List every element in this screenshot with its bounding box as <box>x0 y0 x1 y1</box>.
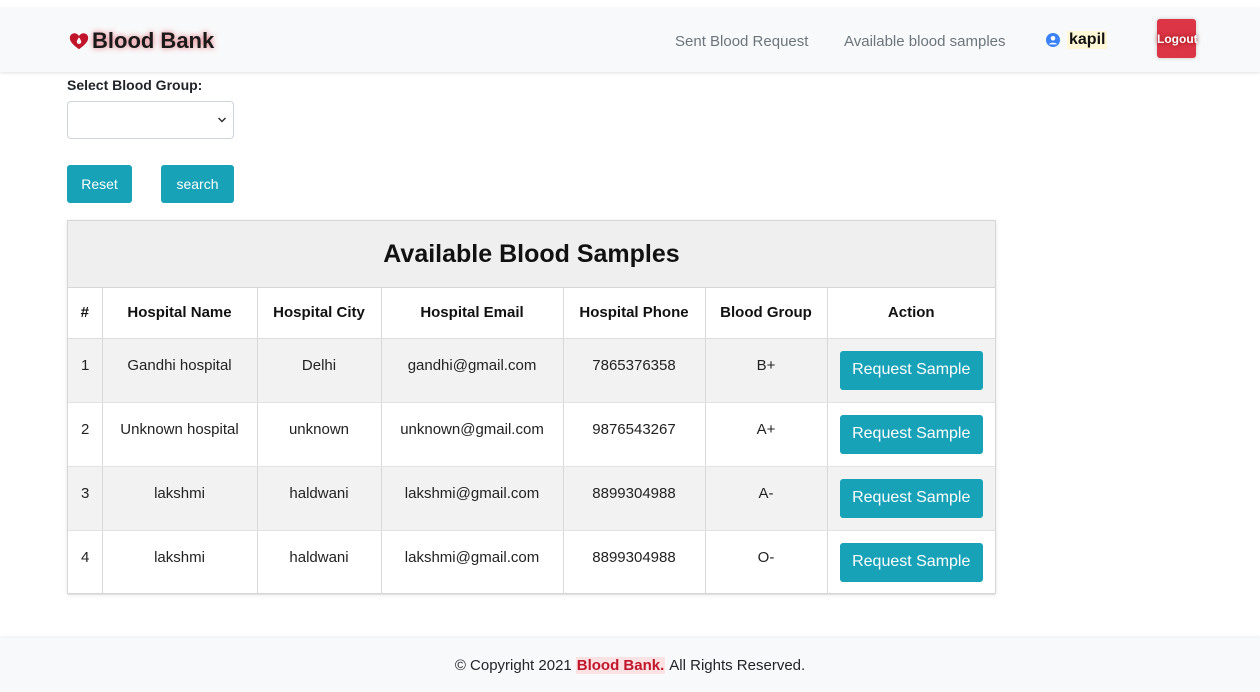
row-action-cell: Request Sample <box>827 338 995 403</box>
table-row: 3 lakshmi haldwani lakshmi@gmail.com 889… <box>68 466 995 531</box>
row-action-cell: Request Sample <box>827 402 995 467</box>
hospital-email: unknown@gmail.com <box>381 402 564 467</box>
blood-group: O- <box>705 530 828 595</box>
hospital-phone: 9876543267 <box>563 402 706 467</box>
row-action-cell: Request Sample <box>827 466 995 531</box>
row-number: 2 <box>68 402 103 467</box>
hospital-name: Gandhi hospital <box>102 338 258 403</box>
nav-available-blood-samples[interactable]: Available blood samples <box>844 33 1006 50</box>
blood-group: B+ <box>705 338 828 403</box>
nav-sent-blood-request[interactable]: Sent Blood Request <box>675 33 808 50</box>
hospital-phone: 7865376358 <box>563 338 706 403</box>
column-header-hospital-city: Hospital City <box>257 288 382 339</box>
column-header-number: # <box>68 288 103 339</box>
request-sample-button[interactable]: Request Sample <box>839 414 983 454</box>
table-row: 4 lakshmi haldwani lakshmi@gmail.com 889… <box>68 530 995 595</box>
row-number: 1 <box>68 338 103 403</box>
column-header-hospital-phone: Hospital Phone <box>563 288 706 339</box>
navbar: Blood Bank Sent Blood Request Available … <box>0 8 1260 72</box>
table-row: 2 Unknown hospital unknown unknown@gmail… <box>68 402 995 467</box>
request-sample-button[interactable]: Request Sample <box>839 542 983 582</box>
logout-button[interactable]: Logout <box>1157 19 1198 58</box>
row-action-cell: Request Sample <box>827 530 995 595</box>
user-name: kapil <box>1067 31 1108 49</box>
reset-button[interactable]: Reset <box>67 165 132 203</box>
column-header-hospital-name: Hospital Name <box>102 288 258 339</box>
table-title: Available Blood Samples <box>68 221 995 288</box>
blood-drop-heart-icon <box>69 33 89 50</box>
hospital-email: gandhi@gmail.com <box>381 338 564 403</box>
samples-table: # Hospital Name Hospital City Hospital E… <box>68 288 995 595</box>
hospital-city: haldwani <box>257 466 382 531</box>
footer: © Copyright 2021 Blood Bank. All Rights … <box>0 638 1260 692</box>
blood-group: A- <box>705 466 828 531</box>
row-number: 3 <box>68 466 103 531</box>
column-header-hospital-email: Hospital Email <box>381 288 564 339</box>
footer-brand-link[interactable]: Blood Bank. <box>575 656 666 674</box>
footer-copyright: © Copyright 2021 <box>454 656 572 674</box>
brand-name: Blood Bank <box>92 28 215 53</box>
hospital-name: lakshmi <box>102 530 258 595</box>
table-header-row: # Hospital Name Hospital City Hospital E… <box>68 288 995 339</box>
column-header-action: Action <box>827 288 995 339</box>
hospital-name: lakshmi <box>102 466 258 531</box>
hospital-name: Unknown hospital <box>102 402 258 467</box>
row-number: 4 <box>68 530 103 595</box>
blood-samples-table: Available Blood Samples # Hospital Name … <box>67 220 996 595</box>
hospital-city: unknown <box>257 402 382 467</box>
hospital-email: lakshmi@gmail.com <box>381 530 564 595</box>
user-menu[interactable]: kapil <box>1046 31 1108 49</box>
search-button[interactable]: search <box>161 165 234 203</box>
request-sample-button[interactable]: Request Sample <box>839 478 983 518</box>
brand-logo[interactable]: Blood Bank <box>68 28 214 54</box>
blood-group-label: Select Blood Group: <box>67 77 203 93</box>
user-circle-icon <box>1046 33 1060 47</box>
blood-group-select[interactable] <box>67 101 234 139</box>
footer-rights: All Rights Reserved. <box>669 656 806 674</box>
column-header-blood-group: Blood Group <box>705 288 828 339</box>
hospital-phone: 8899304988 <box>563 466 706 531</box>
chevron-down-icon <box>217 117 227 123</box>
hospital-phone: 8899304988 <box>563 530 706 595</box>
hospital-city: haldwani <box>257 530 382 595</box>
blood-group: A+ <box>705 402 828 467</box>
table-row: 1 Gandhi hospital Delhi gandhi@gmail.com… <box>68 338 995 403</box>
hospital-email: lakshmi@gmail.com <box>381 466 564 531</box>
hospital-city: Delhi <box>257 338 382 403</box>
request-sample-button[interactable]: Request Sample <box>839 350 983 390</box>
